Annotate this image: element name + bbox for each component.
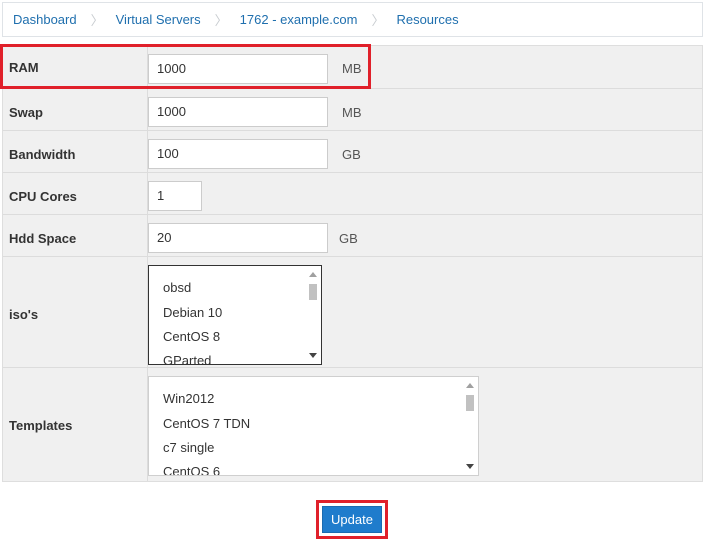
breadcrumb-separator-icon: 〉 xyxy=(371,13,385,28)
template-option[interactable]: CentOS 6 xyxy=(163,464,220,475)
isos-listbox[interactable]: obsd Debian 10 CentOS 8 GParted xyxy=(148,265,322,365)
scroll-thumb[interactable] xyxy=(309,284,317,300)
resources-form: RAM 1000 MB Swap 1000 MB Bandwidth 100 G… xyxy=(2,45,703,482)
template-option[interactable]: Win2012 xyxy=(163,391,214,406)
templates-listbox[interactable]: Win2012 CentOS 7 TDN c7 single CentOS 6 xyxy=(148,376,479,476)
templates-label: Templates xyxy=(9,418,73,433)
scroll-up-icon[interactable] xyxy=(466,383,474,388)
breadcrumb: Dashboard 〉 Virtual Servers 〉 1762 - exa… xyxy=(2,2,703,37)
cpu-cores-label: CPU Cores xyxy=(9,189,77,204)
hdd-space-input[interactable]: 20 xyxy=(148,223,328,253)
swap-label: Swap xyxy=(9,105,43,120)
templates-scrollbar[interactable] xyxy=(462,377,478,475)
swap-unit: MB xyxy=(342,105,362,120)
template-option[interactable]: CentOS 7 TDN xyxy=(163,416,250,431)
scroll-up-icon[interactable] xyxy=(309,272,317,277)
hdd-space-row: Hdd Space 20 GB xyxy=(3,215,702,257)
isos-label: iso's xyxy=(9,307,39,322)
scroll-thumb[interactable] xyxy=(466,395,474,411)
scroll-down-icon[interactable] xyxy=(466,464,474,469)
swap-row: Swap 1000 MB xyxy=(3,89,702,131)
swap-input[interactable]: 1000 xyxy=(148,97,328,127)
bandwidth-input[interactable]: 100 xyxy=(148,139,328,169)
breadcrumb-separator-icon: 〉 xyxy=(214,13,228,28)
breadcrumb-dashboard[interactable]: Dashboard xyxy=(13,12,77,27)
breadcrumb-virtual-servers[interactable]: Virtual Servers xyxy=(116,12,201,27)
isos-row: iso's obsd Debian 10 CentOS 8 GParted xyxy=(3,257,702,368)
iso-option[interactable]: GParted xyxy=(163,353,211,364)
bandwidth-unit: GB xyxy=(342,147,361,162)
iso-option[interactable]: obsd xyxy=(163,280,191,295)
cpu-cores-row: CPU Cores 1 xyxy=(3,173,702,215)
isos-scrollbar[interactable] xyxy=(305,266,321,364)
breadcrumb-server[interactable]: 1762 - example.com xyxy=(240,12,358,27)
scroll-down-icon[interactable] xyxy=(309,353,317,358)
bandwidth-row: Bandwidth 100 GB xyxy=(3,131,702,173)
bandwidth-label: Bandwidth xyxy=(9,147,76,162)
update-button[interactable]: Update xyxy=(322,506,382,533)
breadcrumb-resources[interactable]: Resources xyxy=(396,12,458,27)
iso-option[interactable]: CentOS 8 xyxy=(163,329,220,344)
hdd-space-label: Hdd Space xyxy=(9,231,77,246)
cpu-cores-input[interactable]: 1 xyxy=(148,181,202,211)
ram-highlight-box xyxy=(0,44,371,89)
template-option[interactable]: c7 single xyxy=(163,440,214,455)
breadcrumb-separator-icon: 〉 xyxy=(90,13,104,28)
iso-option[interactable]: Debian 10 xyxy=(163,305,222,320)
hdd-space-unit: GB xyxy=(339,231,358,246)
templates-row: Templates Win2012 CentOS 7 TDN c7 single… xyxy=(3,368,702,481)
